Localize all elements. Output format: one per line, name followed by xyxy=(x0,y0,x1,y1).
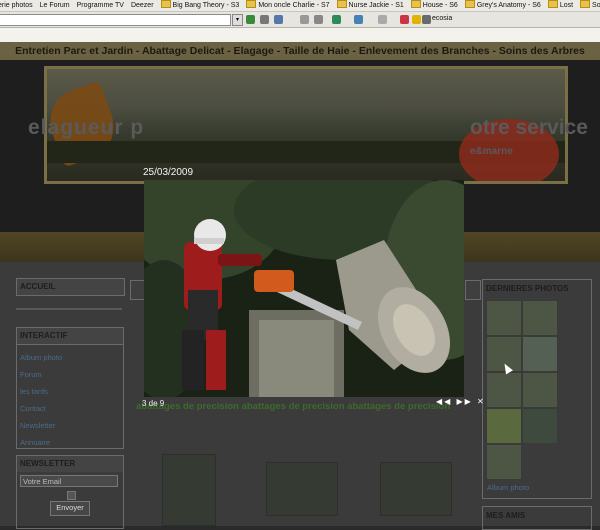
bookmark-item[interactable]: Big Bang Theory - S3 xyxy=(160,0,240,11)
latest-photos-title: DERNIERES PHOTOS xyxy=(486,284,569,293)
folder-icon xyxy=(464,0,475,8)
lightbox-controls[interactable]: ◀◀ ▶▶ ✕ xyxy=(436,397,486,406)
addon-icon-8[interactable] xyxy=(378,15,387,24)
latest-photo-thumb[interactable] xyxy=(522,336,558,372)
addon-icon-3[interactable] xyxy=(274,15,283,24)
bookmark-label: Big Bang Theory - S3 xyxy=(172,2,240,9)
sidebar-link-contact[interactable]: Contact xyxy=(20,404,123,413)
addon-icon-1[interactable] xyxy=(246,15,255,24)
latest-photos-album-link[interactable]: Album photo xyxy=(487,483,529,492)
addon-icon-10[interactable] xyxy=(412,15,421,24)
lightbox-caption: abattages de precision abattages de prec… xyxy=(136,401,451,412)
site-title-right: otre service xyxy=(470,116,588,139)
bookmark-label: Nurse Jackie - S1 xyxy=(348,2,404,9)
center-tab-right[interactable] xyxy=(465,280,481,300)
newsletter-email-input[interactable]: Votre Email xyxy=(20,475,118,487)
addon-icon-6[interactable] xyxy=(332,15,341,24)
ecosia-icon[interactable] xyxy=(422,15,431,24)
accueil-link[interactable]: ACCUEIL xyxy=(16,278,125,296)
bookmark-label: Grey's Anatomy - S6 xyxy=(476,2,541,9)
sidebar-divider xyxy=(16,308,122,310)
bookmark-label: Programme TV xyxy=(76,2,124,9)
latest-photo-thumb[interactable] xyxy=(522,372,558,408)
gallery-thumb[interactable] xyxy=(380,462,452,516)
friends-title: MES AMIS xyxy=(486,511,526,520)
bookmark-label: Lost xyxy=(559,2,574,9)
addon-icon-7[interactable] xyxy=(354,15,363,24)
bookmarks-bar: erie photos Le Forum Programme TV Deezer Big… xyxy=(0,0,600,12)
browser-toolbar: ▾ ecosia xyxy=(0,12,600,28)
folder-icon xyxy=(580,0,591,8)
site-title-left: elagueur p xyxy=(28,116,145,139)
latest-photo-thumb[interactable] xyxy=(522,300,558,336)
sidebar-link-album[interactable]: Album photo xyxy=(20,353,123,362)
bookmark-label: Deezer xyxy=(130,2,154,9)
newsletter-box: NEWSLETTER Votre Email Envoyer xyxy=(16,455,124,529)
folder-icon xyxy=(336,0,347,8)
folder-icon xyxy=(246,0,257,8)
folder-icon xyxy=(410,0,421,8)
sidebar-link-forum[interactable]: Forum xyxy=(20,370,123,379)
interactif-box: INTERACTIF Album photo Forum les tarifs … xyxy=(16,327,124,449)
friends-box: MES AMIS xyxy=(482,506,592,530)
page-top-stripe xyxy=(0,28,600,42)
lightbox-photo xyxy=(144,180,464,397)
addon-icon-5[interactable] xyxy=(314,15,323,24)
gallery-thumb[interactable] xyxy=(162,454,216,526)
sidebar-link-newsletter[interactable]: Newsletter xyxy=(20,421,123,430)
ecosia-label[interactable]: ecosia xyxy=(432,15,452,22)
folder-icon xyxy=(160,0,171,8)
newsletter-submit-button[interactable]: Envoyer xyxy=(50,501,90,516)
bookmark-item[interactable]: Le Forum xyxy=(40,0,70,11)
bookmark-item[interactable]: Sons Of Tucson - S1 xyxy=(580,0,600,11)
bookmark-item[interactable]: erie photos xyxy=(0,0,33,11)
bookmark-item[interactable]: Nurse Jackie - S1 xyxy=(336,0,404,11)
lightbox-frame[interactable] xyxy=(144,180,464,397)
bookmark-item[interactable]: Mon oncle Charlie - S7 xyxy=(246,0,330,11)
latest-photo-thumb[interactable] xyxy=(486,300,522,336)
latest-photo-thumb[interactable] xyxy=(486,372,522,408)
folder-icon xyxy=(547,0,558,8)
toolbar-dropdown-button[interactable]: ▾ xyxy=(232,14,243,26)
toolbar-search-input[interactable] xyxy=(0,14,231,26)
site-top-nav[interactable]: Entretien Parc et Jardin - Abattage Deli… xyxy=(0,42,600,60)
latest-photo-thumb[interactable] xyxy=(486,408,522,444)
site-subtitle-right: e&marne xyxy=(470,146,513,157)
bookmark-label: House - S6 xyxy=(422,2,458,9)
bookmark-item[interactable]: Lost xyxy=(547,0,574,11)
latest-photo-thumb[interactable] xyxy=(486,444,522,480)
bookmark-item[interactable]: Grey's Anatomy - S6 xyxy=(464,0,541,11)
bookmark-item[interactable]: Deezer xyxy=(131,0,154,11)
newsletter-title: NEWSLETTER xyxy=(17,456,123,472)
sidebar-link-annuaire[interactable]: Annuaire xyxy=(20,438,123,447)
bookmark-item[interactable]: Programme TV xyxy=(77,0,124,11)
interactif-title: INTERACTIF xyxy=(17,328,123,345)
lightbox-date: 25/03/2009 xyxy=(143,167,194,178)
bookmark-label: Mon oncle Charlie - S7 xyxy=(258,2,330,9)
gallery-thumb[interactable] xyxy=(266,462,338,516)
bookmark-item[interactable]: House - S6 xyxy=(410,0,458,11)
addon-icon-2[interactable] xyxy=(260,15,269,24)
sidebar-link-tarifs[interactable]: les tarifs xyxy=(20,387,123,396)
latest-photo-thumb[interactable] xyxy=(522,408,558,444)
bookmark-label: Le Forum xyxy=(39,2,70,9)
latest-photos-box: DERNIERES PHOTOS Album photo xyxy=(482,279,592,499)
addon-icon-4[interactable] xyxy=(300,15,309,24)
addon-icon-9[interactable] xyxy=(400,15,409,24)
bookmark-label: erie photos xyxy=(0,2,33,9)
newsletter-checkbox[interactable] xyxy=(67,491,76,500)
lightbox-counter: 3 de 9 xyxy=(142,399,165,408)
bookmark-label: Sons Of Tucson - S1 xyxy=(592,2,600,9)
